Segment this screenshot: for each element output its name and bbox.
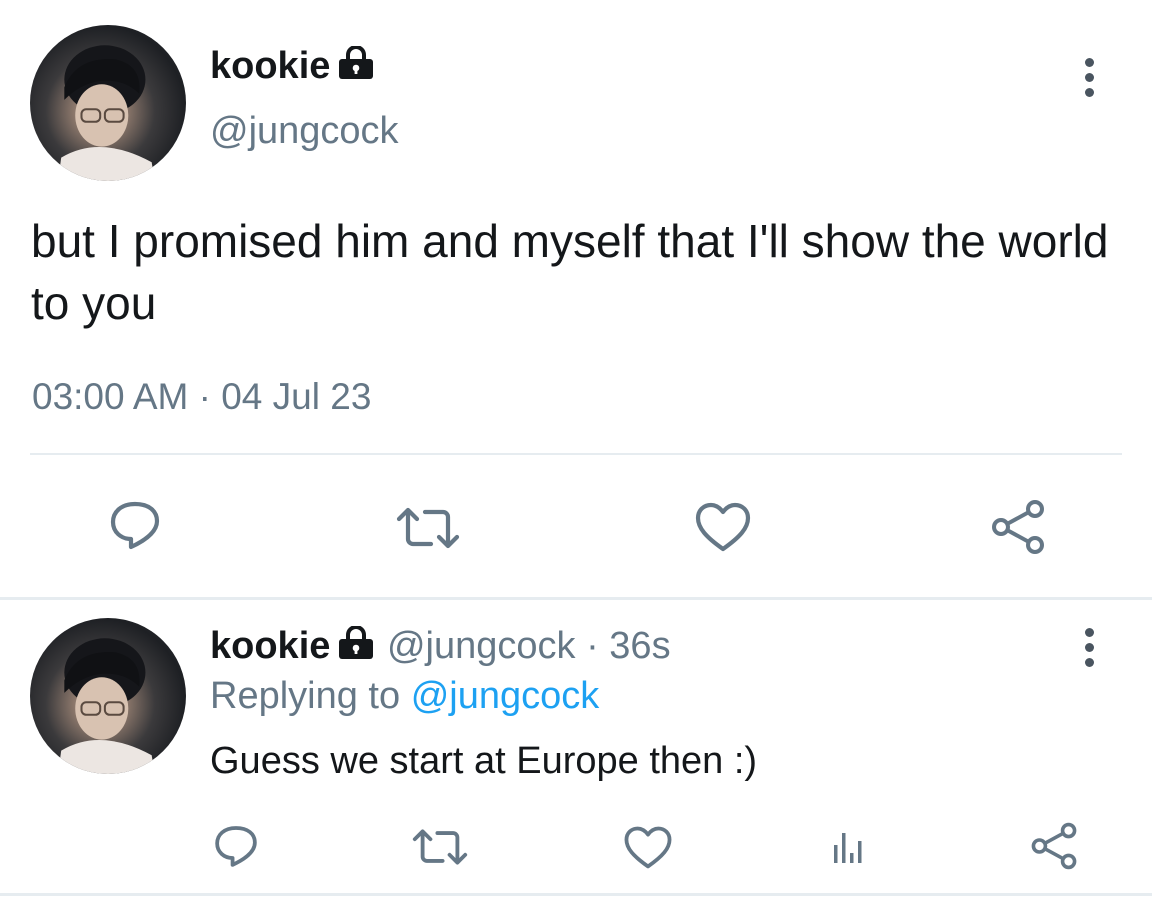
reply-button[interactable] xyxy=(206,818,266,874)
like-button[interactable] xyxy=(688,497,758,557)
mention-link[interactable]: @jungcock xyxy=(411,675,600,717)
author-name[interactable]: kookie xyxy=(210,45,376,90)
lock-icon xyxy=(336,45,376,90)
author-name-text: kookie xyxy=(210,45,331,87)
retweet-button[interactable] xyxy=(393,500,463,556)
avatar-photo xyxy=(58,45,155,181)
reply-icon xyxy=(110,501,160,550)
reply-avatar[interactable] xyxy=(30,618,186,774)
avatar-photo xyxy=(58,638,155,774)
share-button[interactable] xyxy=(1024,818,1084,874)
divider xyxy=(0,893,1152,896)
tweet-text: but I promised him and myself that I'll … xyxy=(31,215,1109,329)
more-options-icon[interactable] xyxy=(1082,58,1096,97)
replying-prefix: Replying to xyxy=(210,675,401,717)
share-icon xyxy=(992,500,1044,554)
divider xyxy=(30,453,1122,455)
analytics-button[interactable] xyxy=(820,822,876,872)
reply-text: Guess we start at Europe then :) xyxy=(210,740,758,782)
like-button[interactable] xyxy=(618,820,678,874)
reply-author-handle[interactable]: @jungcock xyxy=(387,625,576,667)
tweet-date: 04 Jul 23 xyxy=(221,376,372,417)
reply-header: kookie @jungcock · 36s xyxy=(210,625,671,670)
reply-age: 36s xyxy=(609,625,671,667)
replying-to: Replying to @jungcock xyxy=(210,675,599,718)
retweet-icon xyxy=(396,507,460,549)
meta-separator: · xyxy=(586,625,599,667)
avatar[interactable] xyxy=(30,25,186,181)
retweet-icon xyxy=(412,829,468,865)
analytics-icon xyxy=(834,833,862,863)
timestamp-separator: · xyxy=(198,376,211,417)
tweet-timestamp: 03:00 AM · 04 Jul 23 xyxy=(32,376,371,418)
reply-button[interactable] xyxy=(100,495,170,555)
more-options-icon[interactable] xyxy=(1082,628,1096,667)
share-icon xyxy=(1031,822,1077,870)
like-icon xyxy=(695,502,751,552)
author-handle[interactable]: @jungcock xyxy=(210,110,399,153)
lock-icon xyxy=(336,625,376,670)
divider xyxy=(0,597,1152,600)
retweet-button[interactable] xyxy=(408,822,472,872)
reply-author-name[interactable]: kookie xyxy=(210,625,330,667)
like-icon xyxy=(624,826,672,868)
reply-icon xyxy=(215,826,257,867)
share-button[interactable] xyxy=(983,497,1053,557)
tweet-time: 03:00 AM xyxy=(32,376,189,417)
